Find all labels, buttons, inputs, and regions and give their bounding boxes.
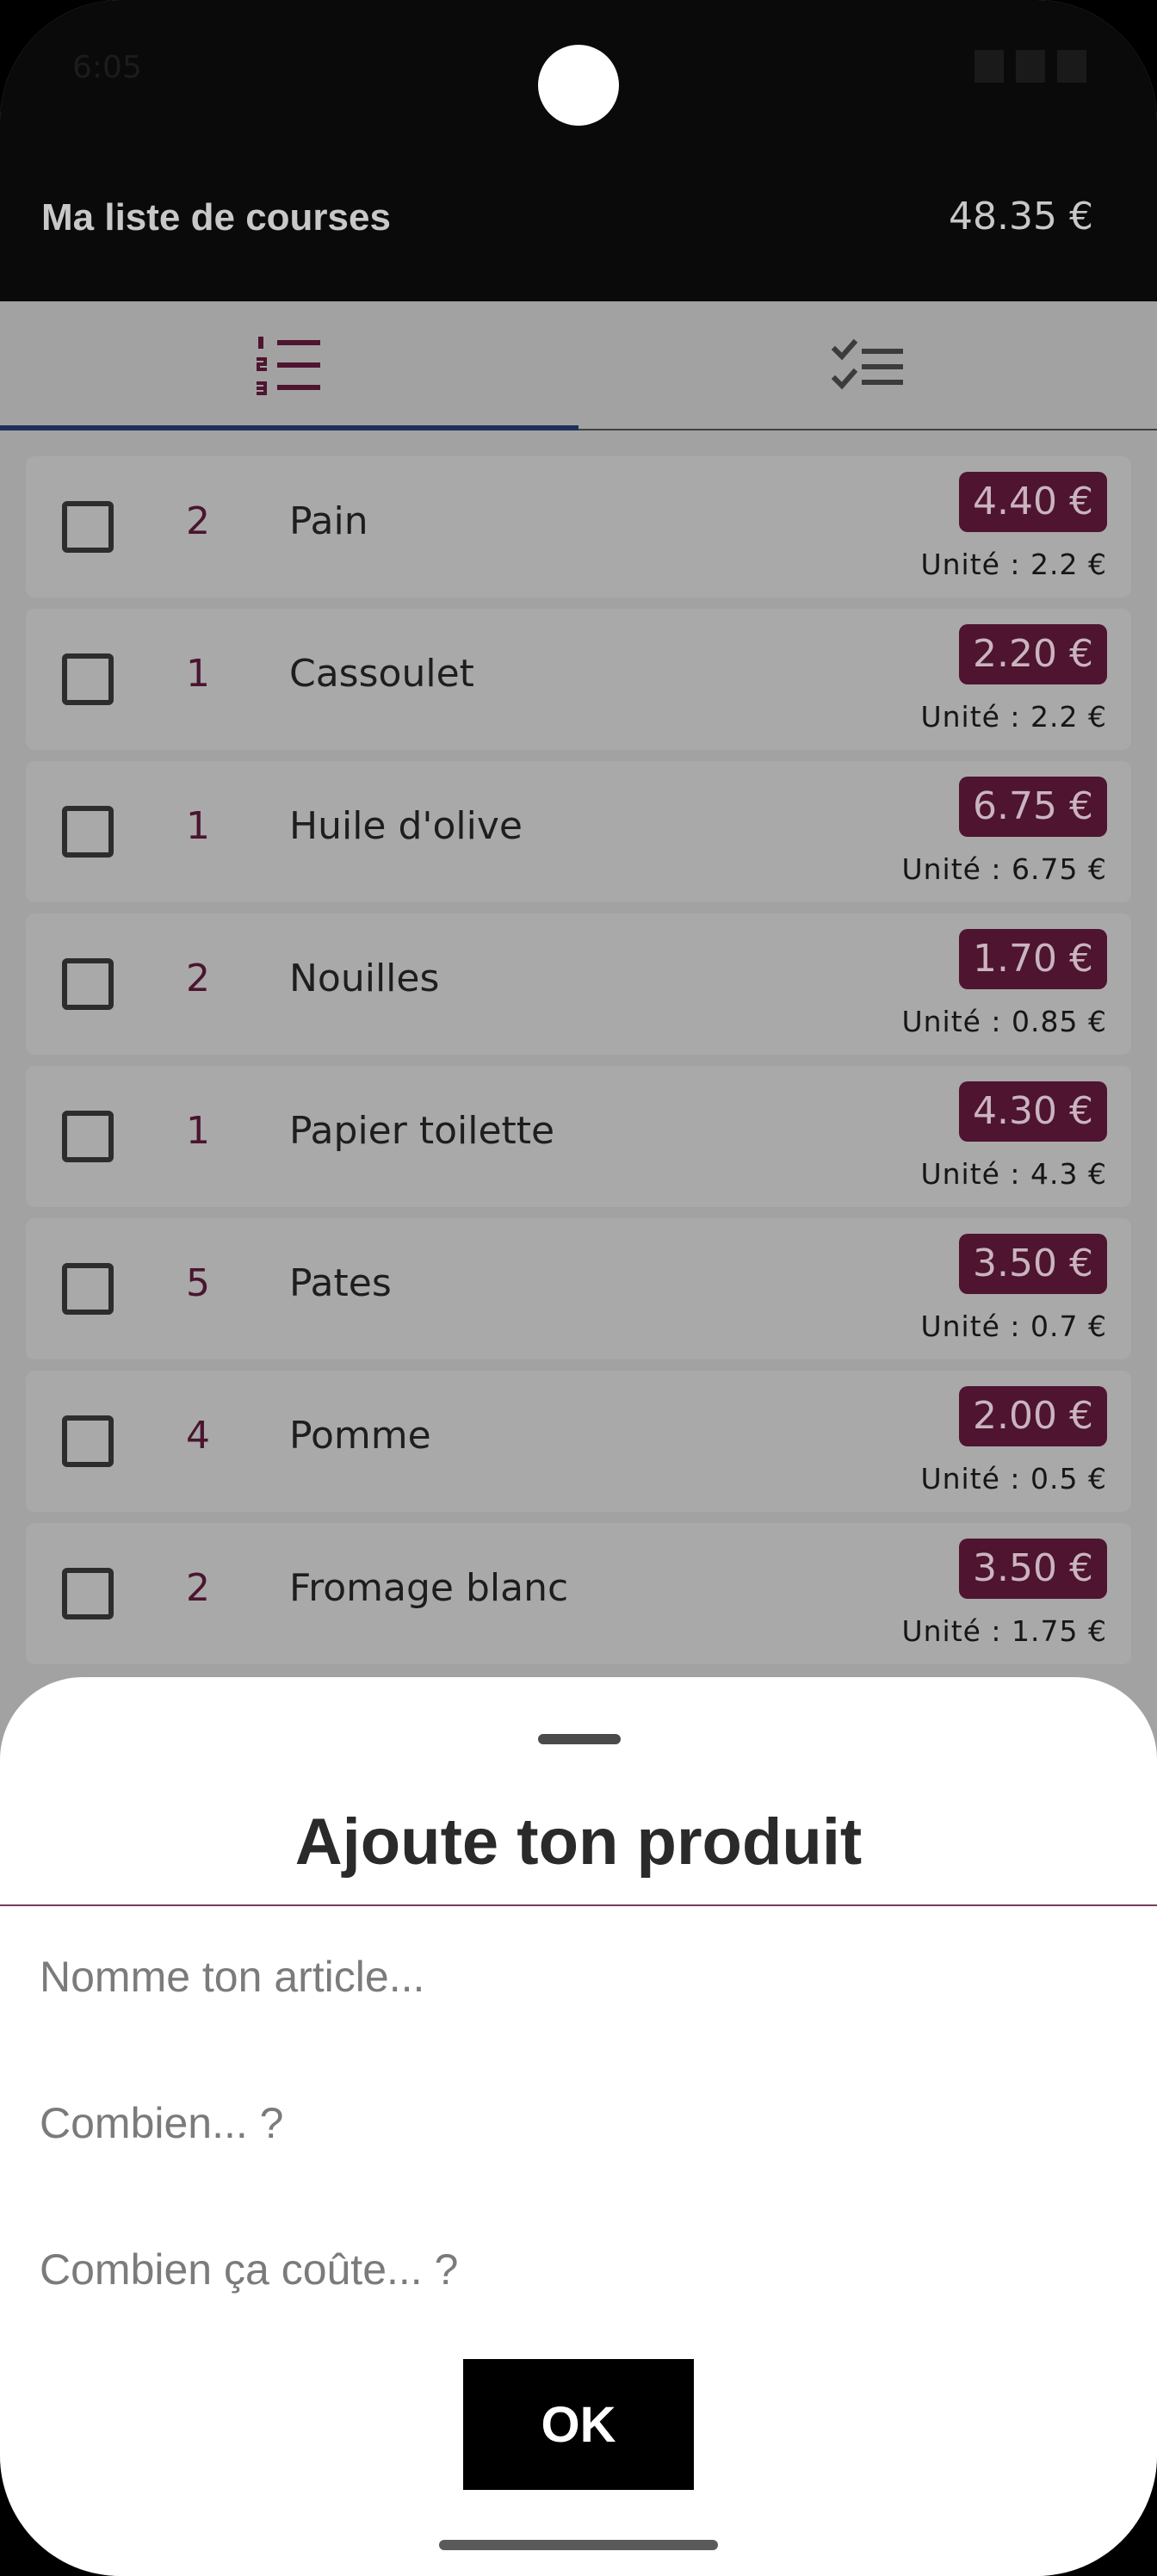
sheet-title: Ajoute ton produit bbox=[294, 1805, 863, 1879]
item-total-badge: 1.70 € bbox=[959, 929, 1107, 989]
item-name: Pates bbox=[289, 1261, 392, 1305]
item-quantity: 2 bbox=[186, 1566, 210, 1610]
item-unit-price: Unité : 0.7 € bbox=[920, 1310, 1107, 1343]
list-item[interactable]: 4 Pomme 2.00 € Unité : 0.5 € bbox=[26, 1371, 1131, 1512]
item-total-badge: 3.50 € bbox=[959, 1539, 1107, 1599]
item-price-input[interactable] bbox=[40, 2235, 1116, 2304]
tab-list[interactable] bbox=[0, 301, 578, 430]
list-item[interactable]: 1 Cassoulet 2.20 € Unité : 2.2 € bbox=[26, 609, 1131, 750]
item-name: Nouilles bbox=[289, 957, 440, 1000]
list-item[interactable]: 2 Pain 4.40 € Unité : 2.2 € bbox=[26, 456, 1131, 598]
item-quantity: 1 bbox=[186, 1109, 210, 1153]
checklist-icon bbox=[832, 338, 903, 390]
item-checkbox[interactable] bbox=[62, 958, 114, 1010]
item-checkbox[interactable] bbox=[62, 653, 114, 705]
item-checkbox[interactable] bbox=[62, 1111, 114, 1162]
item-quantity: 2 bbox=[186, 499, 210, 543]
item-quantity: 5 bbox=[186, 1261, 210, 1305]
item-name: Fromage blanc bbox=[289, 1566, 569, 1610]
item-unit-price: Unité : 0.5 € bbox=[920, 1462, 1107, 1495]
item-quantity: 1 bbox=[186, 652, 210, 696]
wifi-icon bbox=[974, 50, 1004, 83]
status-icons bbox=[974, 50, 1086, 83]
item-total-badge: 2.00 € bbox=[959, 1386, 1107, 1446]
item-name: Pomme bbox=[289, 1414, 431, 1458]
list-item[interactable]: 2 Nouilles 1.70 € Unité : 0.85 € bbox=[26, 913, 1131, 1055]
item-total-badge: 4.40 € bbox=[959, 472, 1107, 532]
item-total-badge: 6.75 € bbox=[959, 777, 1107, 837]
app-title: Ma liste de courses bbox=[41, 196, 391, 238]
item-checkbox[interactable] bbox=[62, 1415, 114, 1467]
list-item[interactable]: 1 Papier toilette 4.30 € Unité : 4.3 € bbox=[26, 1066, 1131, 1207]
status-time: 6:05 bbox=[72, 50, 142, 85]
camera-cutout bbox=[538, 45, 619, 126]
top-bar: 6:05 Ma liste de courses 48.35 € bbox=[0, 0, 1157, 301]
item-total-badge: 2.20 € bbox=[959, 624, 1107, 684]
add-product-sheet: Ajoute ton produit OK bbox=[0, 1677, 1157, 2576]
item-name: Cassoulet bbox=[289, 652, 474, 696]
ok-button[interactable]: OK bbox=[463, 2359, 694, 2490]
item-total-badge: 4.30 € bbox=[959, 1081, 1107, 1142]
numbered-list-icon bbox=[257, 337, 320, 395]
list-item[interactable]: 1 Huile d'olive 6.75 € Unité : 6.75 € bbox=[26, 761, 1131, 902]
item-name: Papier toilette bbox=[289, 1109, 555, 1153]
list-item[interactable]: 5 Pates 3.50 € Unité : 0.7 € bbox=[26, 1218, 1131, 1359]
item-total-badge: 3.50 € bbox=[959, 1234, 1107, 1294]
item-checkbox[interactable] bbox=[62, 1263, 114, 1315]
gesture-nav-bar[interactable] bbox=[439, 2540, 718, 2550]
item-unit-price: Unité : 6.75 € bbox=[901, 852, 1107, 886]
item-name: Huile d'olive bbox=[289, 804, 523, 848]
total-price: 48.35 € bbox=[949, 195, 1093, 238]
divider bbox=[0, 1904, 1157, 1906]
tab-bar bbox=[0, 301, 1157, 430]
shopping-list: 2 Pain 4.40 € Unité : 2.2 € 1 Cassoulet … bbox=[26, 456, 1131, 1675]
item-unit-price: Unité : 2.2 € bbox=[920, 548, 1107, 581]
signal-icon bbox=[1016, 50, 1045, 83]
item-unit-price: Unité : 0.85 € bbox=[901, 1005, 1107, 1038]
item-checkbox[interactable] bbox=[62, 806, 114, 858]
item-checkbox[interactable] bbox=[62, 501, 114, 553]
item-checkbox[interactable] bbox=[62, 1568, 114, 1619]
tab-checklist[interactable] bbox=[578, 301, 1157, 429]
battery-icon bbox=[1057, 50, 1086, 83]
item-quantity: 2 bbox=[186, 957, 210, 1000]
item-name-input[interactable] bbox=[40, 1942, 1116, 2011]
item-unit-price: Unité : 2.2 € bbox=[920, 700, 1107, 734]
item-name: Pain bbox=[289, 499, 368, 543]
item-quantity-input[interactable] bbox=[40, 2089, 1116, 2158]
item-unit-price: Unité : 1.75 € bbox=[901, 1614, 1107, 1648]
sheet-drag-handle[interactable] bbox=[538, 1734, 621, 1744]
item-unit-price: Unité : 4.3 € bbox=[920, 1157, 1107, 1191]
app-screen: 6:05 Ma liste de courses 48.35 € 2 Pain … bbox=[0, 0, 1157, 2576]
item-quantity: 1 bbox=[186, 804, 210, 848]
list-item[interactable]: 2 Fromage blanc 3.50 € Unité : 1.75 € bbox=[26, 1523, 1131, 1664]
item-quantity: 4 bbox=[186, 1414, 210, 1458]
